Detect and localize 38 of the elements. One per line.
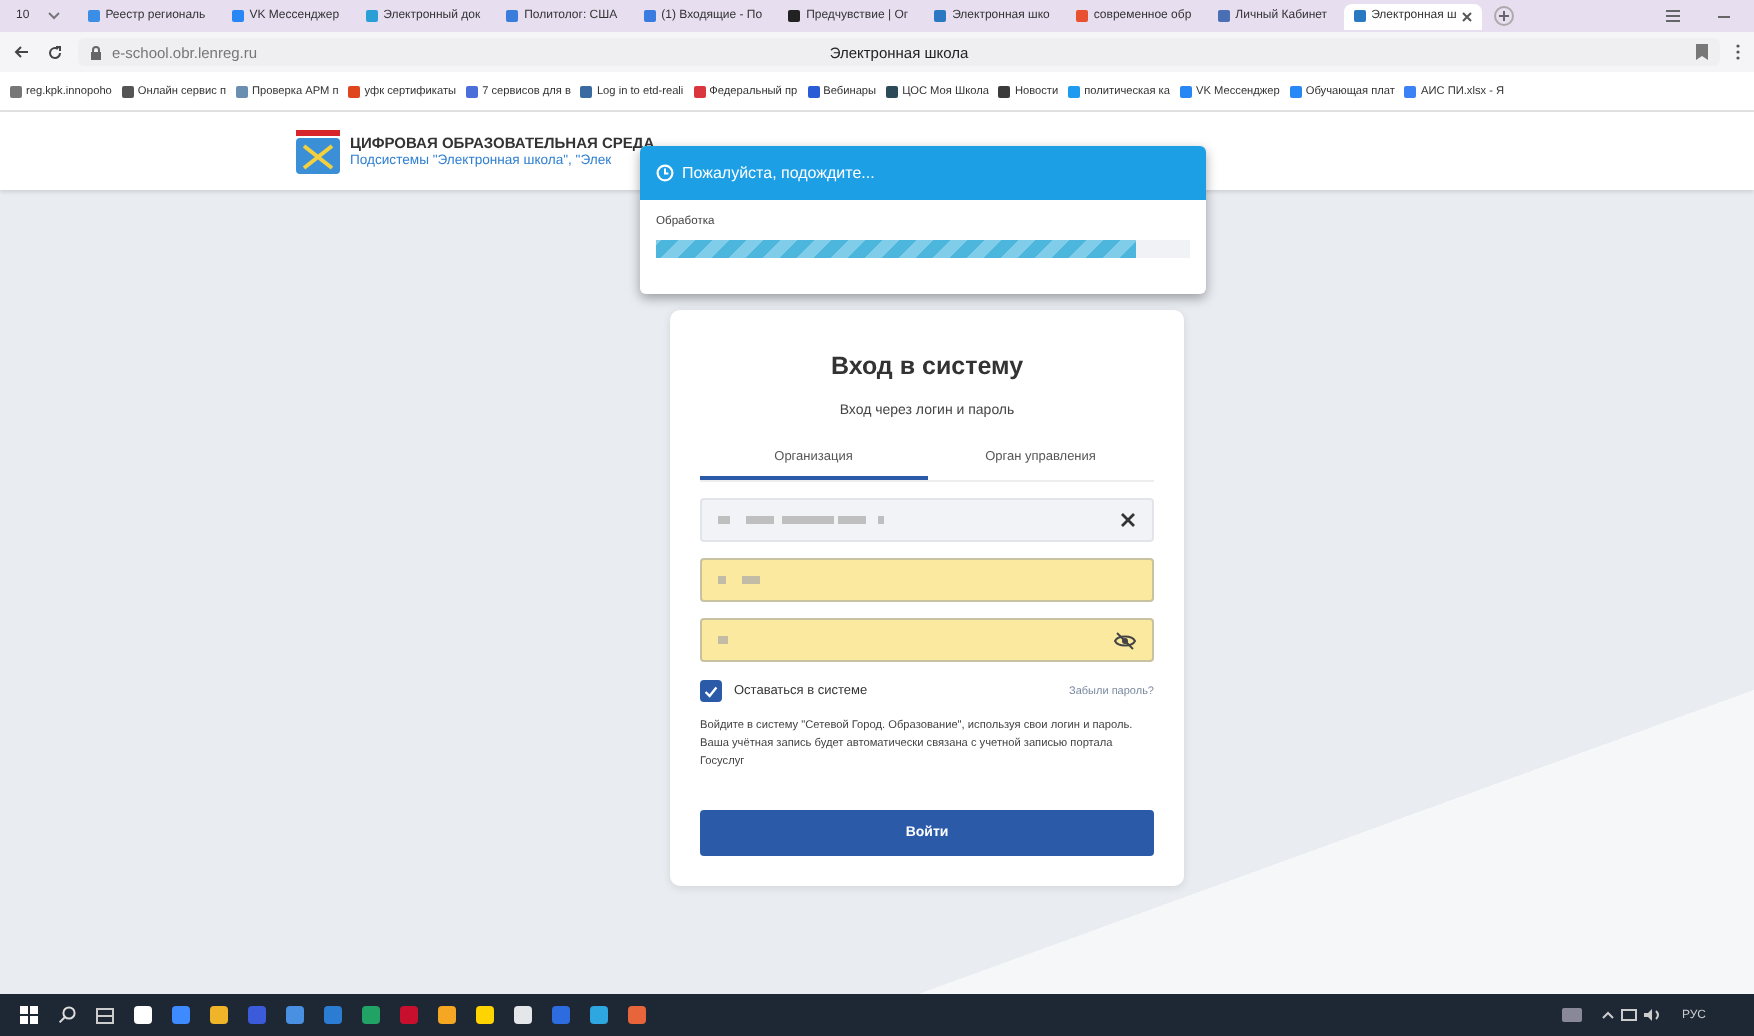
input-field[interactable]	[700, 618, 1154, 662]
checkbox[interactable]	[700, 680, 722, 702]
app-icon[interactable]	[552, 1006, 570, 1024]
lock-icon	[90, 45, 102, 59]
app-icon[interactable]	[476, 1006, 494, 1024]
app-icon[interactable]	[438, 1006, 456, 1024]
tray-icons-drawing[interactable]	[1601, 1008, 1662, 1022]
app-icon[interactable]	[172, 1006, 190, 1024]
eye-slash-icon[interactable]	[1114, 631, 1136, 649]
input-field[interactable]	[700, 558, 1154, 602]
minimize-icon[interactable]	[1718, 15, 1730, 17]
coat-of-arms-icon	[296, 129, 340, 173]
app-icon[interactable]	[400, 1006, 418, 1024]
app-icon[interactable]	[286, 1006, 304, 1024]
reload-icon[interactable]	[48, 45, 62, 59]
login-title: Вход в систему	[828, 352, 1026, 380]
blurred-value-drawing	[718, 636, 728, 644]
new-tab-button[interactable]	[1494, 6, 1515, 26]
windows-start-icon[interactable]	[20, 1006, 38, 1024]
menu-icon[interactable]	[1666, 10, 1680, 22]
chevron-down-icon[interactable]	[47, 12, 60, 20]
dialog-title: Пожалуйста, подождите...	[682, 164, 875, 182]
search-icon[interactable]	[58, 1006, 76, 1024]
blurred-value-drawing	[718, 576, 760, 584]
input-field[interactable]	[700, 498, 1154, 542]
clock-icon	[656, 164, 674, 182]
app-icon[interactable]	[210, 1006, 228, 1024]
back-icon[interactable]	[14, 46, 28, 58]
clear-icon[interactable]	[1120, 512, 1136, 528]
task-view-icon[interactable]	[96, 1007, 114, 1023]
app-icon[interactable]	[628, 1006, 646, 1024]
app-icon[interactable]	[514, 1006, 532, 1024]
app-icon[interactable]	[590, 1006, 608, 1024]
app-icon[interactable]	[324, 1006, 342, 1024]
bookmark-icon[interactable]	[1696, 44, 1708, 60]
app-icon[interactable]	[134, 1006, 152, 1024]
app-icon[interactable]	[362, 1006, 380, 1024]
close-icon[interactable]	[1462, 11, 1473, 21]
